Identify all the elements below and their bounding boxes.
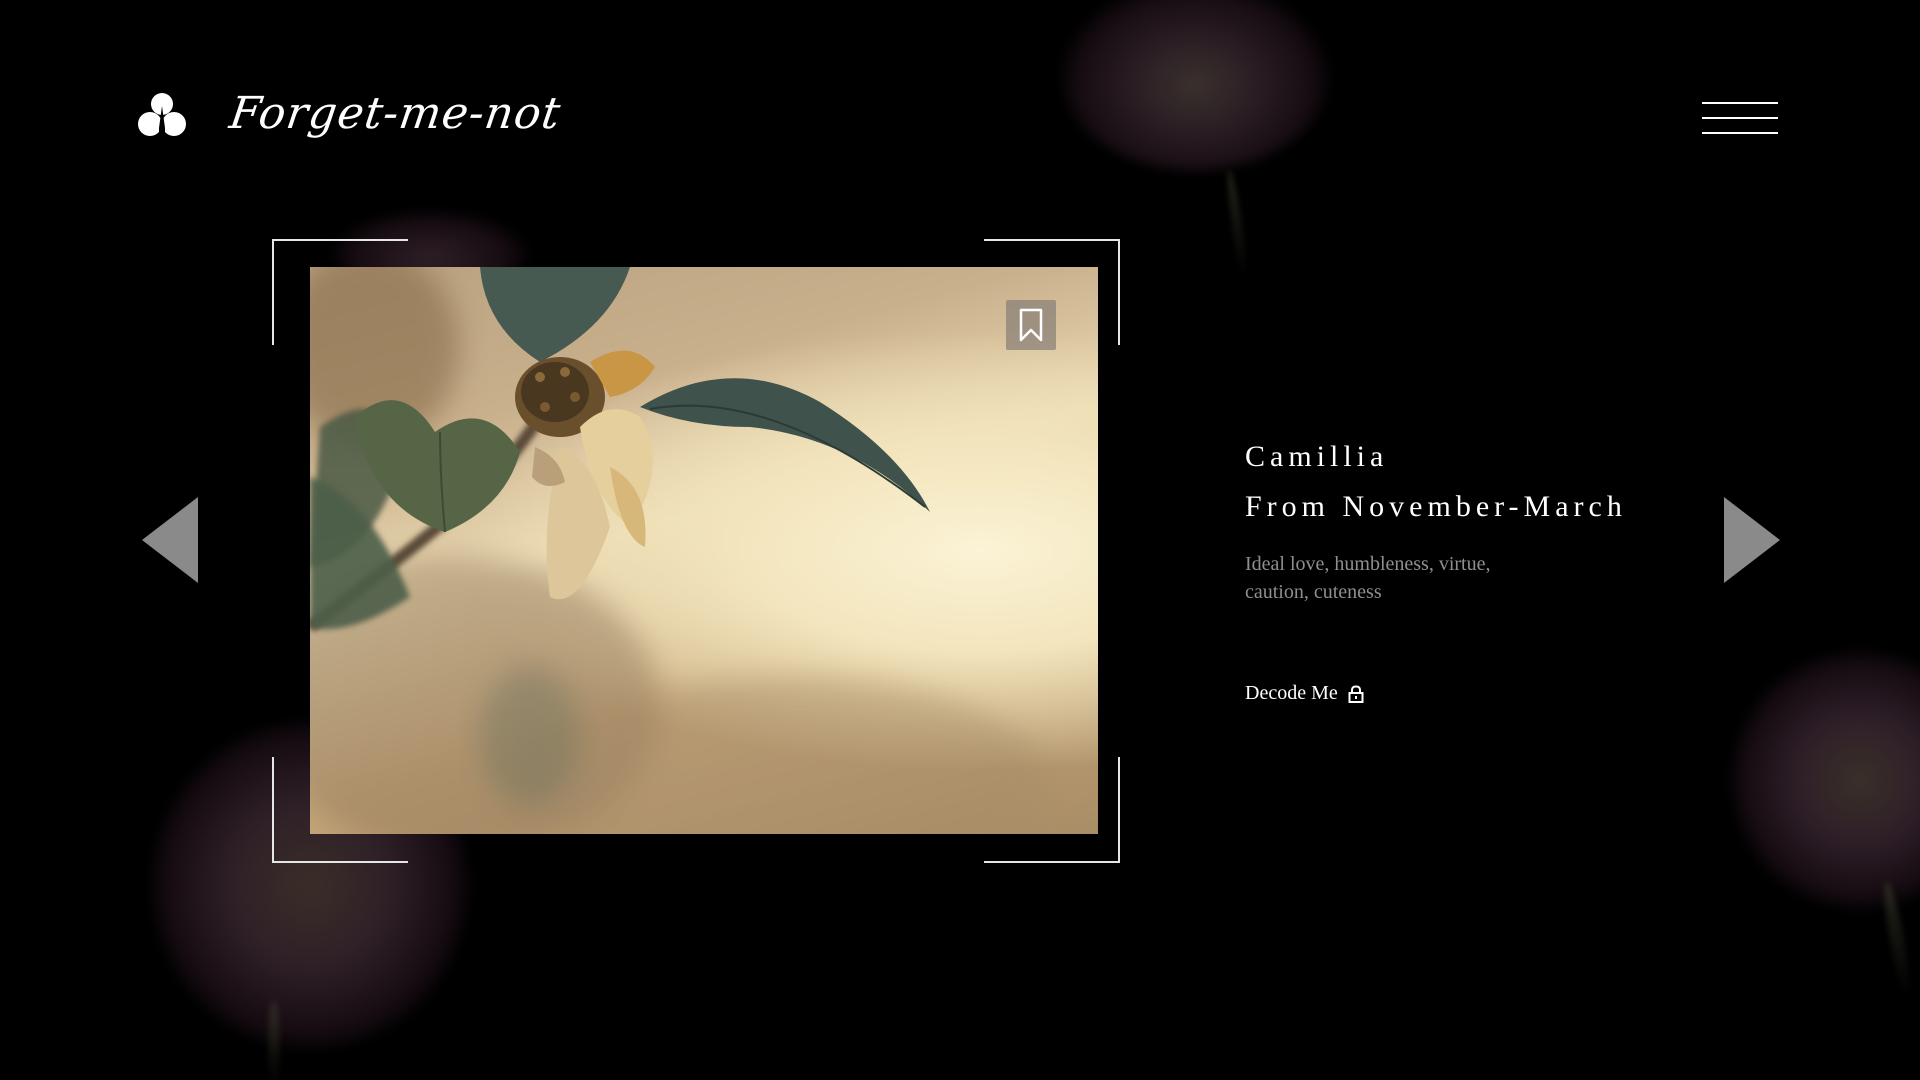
background-flower-right bbox=[1730, 650, 1920, 910]
background-flower-stem bbox=[1224, 169, 1250, 281]
flower-meanings: Ideal love, humbleness, virtue, caution,… bbox=[1245, 550, 1565, 606]
menu-line bbox=[1702, 117, 1778, 119]
flower-meanings-line: caution, cuteness bbox=[1245, 581, 1382, 603]
brand-name[interactable]: Forget-me-not bbox=[226, 88, 564, 139]
flower-season: From November-March bbox=[1245, 490, 1627, 523]
decode-me-label: Decode Me bbox=[1245, 682, 1338, 704]
bookmark-button[interactable] bbox=[1006, 300, 1056, 350]
flower-photo bbox=[310, 267, 1098, 834]
hamburger-menu-icon[interactable] bbox=[1702, 102, 1780, 138]
previous-arrow-button[interactable] bbox=[140, 495, 200, 585]
menu-line bbox=[1702, 132, 1778, 134]
flower-meanings-line: Ideal love, humbleness, virtue, bbox=[1245, 553, 1491, 575]
flower-name: Camillia bbox=[1245, 440, 1389, 473]
decode-me-link[interactable]: Decode Me bbox=[1245, 682, 1364, 705]
lock-icon bbox=[1348, 684, 1364, 703]
background-flower-stem bbox=[268, 1000, 280, 1080]
camellia-illustration bbox=[310, 267, 1050, 834]
flower-logo-icon[interactable] bbox=[138, 92, 186, 140]
triangle-left-icon bbox=[142, 497, 198, 583]
triangle-right-icon bbox=[1724, 497, 1780, 583]
next-arrow-button[interactable] bbox=[1722, 495, 1782, 585]
bookmark-icon bbox=[1019, 308, 1043, 342]
background-flower-top bbox=[1060, 0, 1330, 170]
menu-line bbox=[1702, 102, 1778, 104]
